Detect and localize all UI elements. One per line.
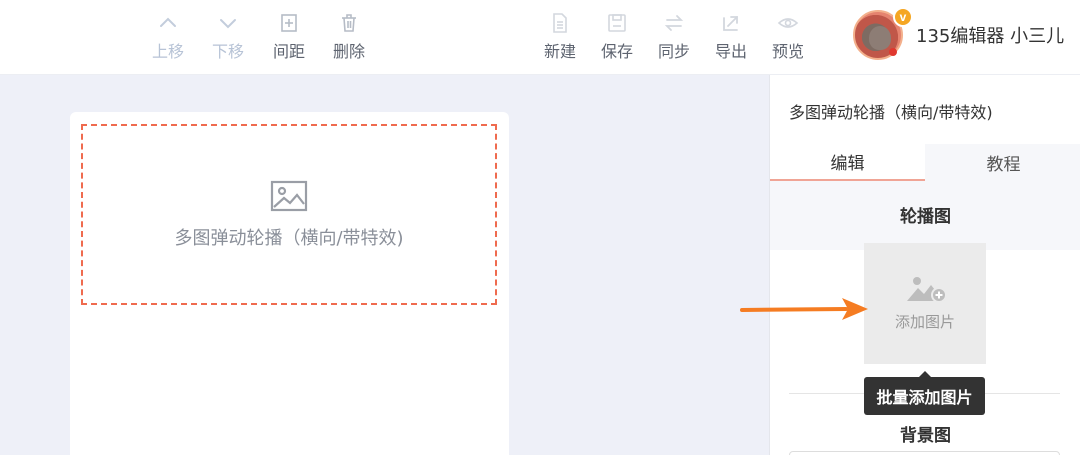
save-button[interactable]: 保存 (591, 12, 643, 64)
placeholder-text: 多图弹动轮播（横向/带特效) (174, 227, 404, 249)
save-label: 保存 (600, 42, 633, 61)
delete-button[interactable]: 删除 (323, 12, 375, 64)
add-image-button[interactable]: 添加图片 (864, 243, 986, 364)
add-image-label: 添加图片 (894, 313, 955, 331)
batch-add-images-button[interactable]: 批量添加图片 (864, 371, 985, 415)
export-button[interactable]: 导出 (705, 12, 757, 64)
tab-edit[interactable]: 编辑 (770, 144, 925, 181)
sync-label: 同步 (657, 42, 690, 61)
delete-label: 删除 (332, 42, 365, 61)
move-down-button[interactable]: 下移 (202, 12, 254, 64)
sync-button[interactable]: 同步 (648, 12, 700, 64)
eye-icon (777, 18, 799, 28)
new-label: 新建 (543, 42, 576, 61)
chevron-down-icon (220, 19, 236, 29)
new-button[interactable]: 新建 (534, 12, 586, 64)
vip-badge: v (893, 7, 913, 27)
top-toolbar: 上移 下移 间距 删除 新建 保存 同步 导出 预览 v 135编辑器 小三儿 (0, 0, 1080, 75)
preview-button[interactable]: 预览 (762, 12, 814, 64)
avatar-face (869, 26, 891, 50)
panel-title: 多图弹动轮播（横向/带特效) (789, 103, 993, 122)
export-icon (723, 16, 738, 31)
add-image-icon (907, 277, 947, 303)
new-file-icon (553, 13, 567, 33)
carousel-section-title: 轮播图 (900, 207, 951, 227)
background-image-field[interactable] (789, 451, 1060, 455)
export-label: 导出 (714, 42, 747, 61)
image-icon (270, 180, 308, 211)
save-icon (608, 14, 626, 32)
preview-label: 预览 (771, 42, 804, 61)
editor-canvas-card: 多图弹动轮播（横向/带特效) (70, 112, 509, 455)
annotation-arrow (740, 298, 868, 320)
carousel-placeholder[interactable]: 多图弹动轮播（横向/带特效) (81, 124, 497, 305)
username[interactable]: 135编辑器 小三儿 (916, 22, 1064, 48)
tab-tutorial[interactable]: 教程 (926, 144, 1080, 181)
trash-icon (342, 14, 356, 32)
move-up-button[interactable]: 上移 (142, 12, 194, 64)
move-down-label: 下移 (211, 42, 244, 61)
spacing-icon (281, 14, 297, 32)
avatar-status-dot (889, 48, 897, 56)
spacing-label: 间距 (272, 42, 305, 61)
chevron-up-icon (160, 17, 176, 27)
background-section-title: 背景图 (900, 426, 951, 446)
sync-icon (664, 15, 684, 31)
move-up-label: 上移 (151, 42, 184, 61)
settings-panel: 多图弹动轮播（横向/带特效) 编辑 教程 轮播图 添加图片 批量添加图片 背景图 (769, 75, 1080, 455)
spacing-button[interactable]: 间距 (263, 12, 315, 64)
